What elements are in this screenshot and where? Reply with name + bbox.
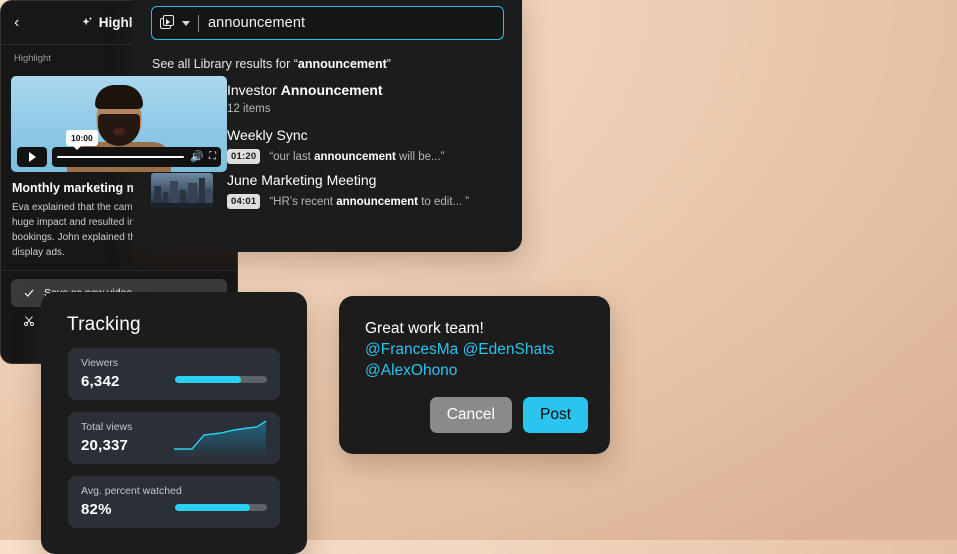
see-all-term: announcement <box>297 57 387 71</box>
list-item[interactable]: June Marketing Meeting 04:01 “HR’s recen… <box>151 172 504 209</box>
comment-compose-panel: Great work team! @FrancesMa @EdenShats @… <box>339 296 610 454</box>
progress-bar <box>175 504 267 511</box>
comment-mentions-line-2[interactable]: @AlexOhono <box>365 360 584 381</box>
timecode-badge: 01:20 <box>227 149 261 164</box>
timecode-badge: 04:01 <box>227 194 261 209</box>
snippet-match: announcement <box>336 195 418 208</box>
search-input[interactable]: announcement <box>151 6 504 40</box>
snippet-match: announcement <box>314 150 396 163</box>
result-title: June Marketing Meeting <box>227 172 377 188</box>
video-controls: 10:00 🔊 ⛶ <box>17 130 221 167</box>
highlight-video-preview[interactable]: 10:00 🔊 ⛶ <box>11 76 227 172</box>
fullscreen-icon[interactable]: ⛶ <box>209 152 216 162</box>
comment-mentions-line-1[interactable]: @FrancesMa @EdenShats <box>365 339 584 360</box>
see-all-prefix: See all Library results for “ <box>152 57 298 71</box>
page-title: Tracking <box>67 314 141 335</box>
comment-message: Great work team! <box>365 320 484 337</box>
input-cursor <box>198 14 199 32</box>
volume-icon[interactable]: 🔊 <box>190 151 204 163</box>
snippet-post: will be...” <box>395 150 445 163</box>
see-all-results-link[interactable]: See all Library results for “announcemen… <box>152 57 504 71</box>
metric-label: Avg. percent watched <box>81 485 182 497</box>
cancel-button[interactable]: Cancel <box>429 397 512 433</box>
snippet-pre: “HR’s recent <box>269 195 337 208</box>
post-button[interactable]: Post <box>522 397 588 433</box>
metric-card-avg-percent-watched: Avg. percent watched 82% <box>68 476 280 528</box>
result-title: Weekly Sync <box>227 127 308 143</box>
result-snippet: “our last announcement will be...” <box>269 151 444 163</box>
sparkle-icon <box>82 16 92 26</box>
snippet-pre: “our last <box>269 150 315 163</box>
check-icon <box>22 287 35 299</box>
city-skyline-thumb <box>151 173 213 209</box>
tracking-panel: Tracking Viewers 6,342 Total views 20,33… <box>41 292 307 554</box>
video-library-icon[interactable] <box>160 15 177 31</box>
result-title-plain: Investor <box>227 82 281 98</box>
result-title: Investor Announcement <box>227 82 383 99</box>
metric-card-total-views: Total views 20,337 <box>68 412 280 464</box>
scrubber-time-tooltip: 10:00 <box>66 130 98 150</box>
result-subtitle: 12 items <box>227 103 271 115</box>
see-all-suffix: ” <box>386 57 391 71</box>
chevron-left-icon[interactable]: ‹ <box>14 14 28 31</box>
search-query-text: announcement <box>208 15 306 31</box>
play-icon[interactable] <box>17 147 47 167</box>
progress-bar <box>175 376 267 383</box>
highlight-section-label: Highlight <box>14 52 51 64</box>
snippet-post: to edit... ” <box>418 195 470 208</box>
video-scrubber[interactable]: 10:00 🔊 ⛶ <box>52 130 221 167</box>
metric-label: Viewers <box>81 357 119 369</box>
metric-card-viewers: Viewers 6,342 <box>68 348 280 400</box>
chevron-down-icon[interactable] <box>182 20 190 26</box>
sparkline-area-chart <box>174 420 267 458</box>
scissors-icon <box>22 315 35 327</box>
result-snippet: “HR’s recent announcement to edit... ” <box>269 196 469 208</box>
result-title-bold: Announcement <box>280 82 383 98</box>
